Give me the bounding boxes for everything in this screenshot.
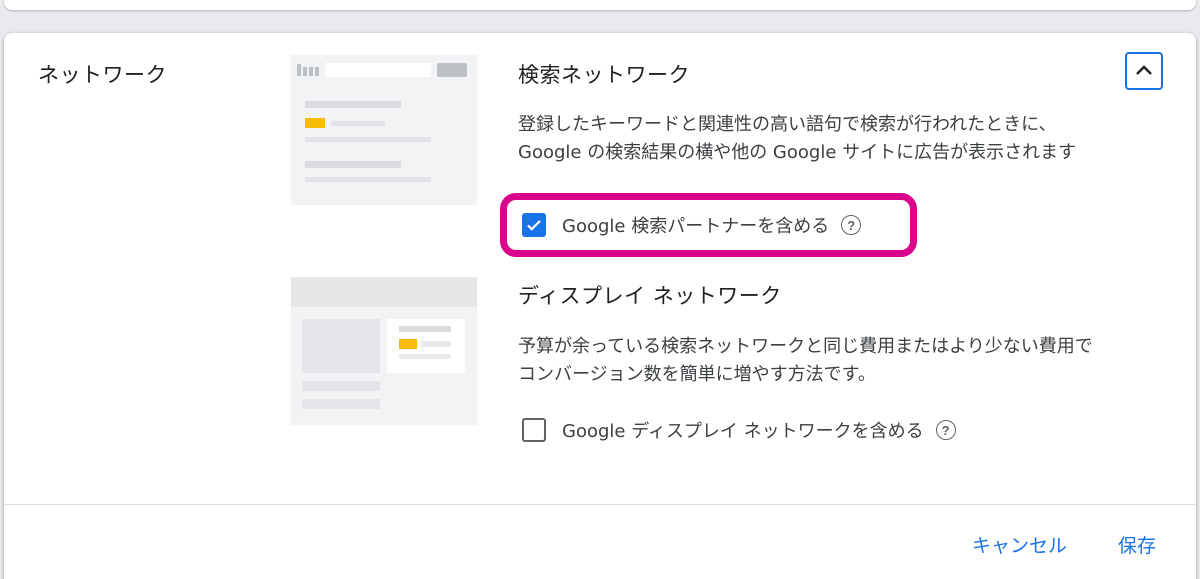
- chevron-up-icon: [1136, 65, 1152, 75]
- search-network-description: 登録したキーワードと関連性の高い語句で検索が行われたときに、Google の検索…: [518, 114, 1077, 163]
- previous-card: [4, 0, 1196, 10]
- cancel-button[interactable]: キャンセル: [972, 531, 1067, 558]
- footer-divider: [4, 504, 1196, 505]
- collapse-button[interactable]: [1125, 52, 1163, 90]
- save-button[interactable]: 保存: [1118, 531, 1156, 558]
- display-network-illustration: [291, 277, 477, 425]
- search-network-illustration: [291, 55, 477, 205]
- display-network-option[interactable]: Google ディスプレイ ネットワークを含める ?: [522, 416, 956, 444]
- display-network-description: 予算が余っている検索ネットワークと同じ費用またはより少ない費用でコンバージョン数…: [518, 336, 1093, 385]
- display-network-label: Google ディスプレイ ネットワークを含める: [562, 421, 924, 442]
- highlight-annotation: [500, 193, 917, 257]
- section-title: ネットワーク: [38, 63, 167, 87]
- display-network-title: ディスプレイ ネットワーク: [518, 284, 782, 308]
- help-icon[interactable]: ?: [935, 420, 956, 440]
- search-network-title: 検索ネットワーク: [518, 63, 690, 87]
- display-network-checkbox[interactable]: [522, 418, 546, 442]
- network-settings-card: ネットワーク 検索ネットワーク 登録したキーワードと関連性の高い語句で検索が行わ…: [4, 33, 1196, 579]
